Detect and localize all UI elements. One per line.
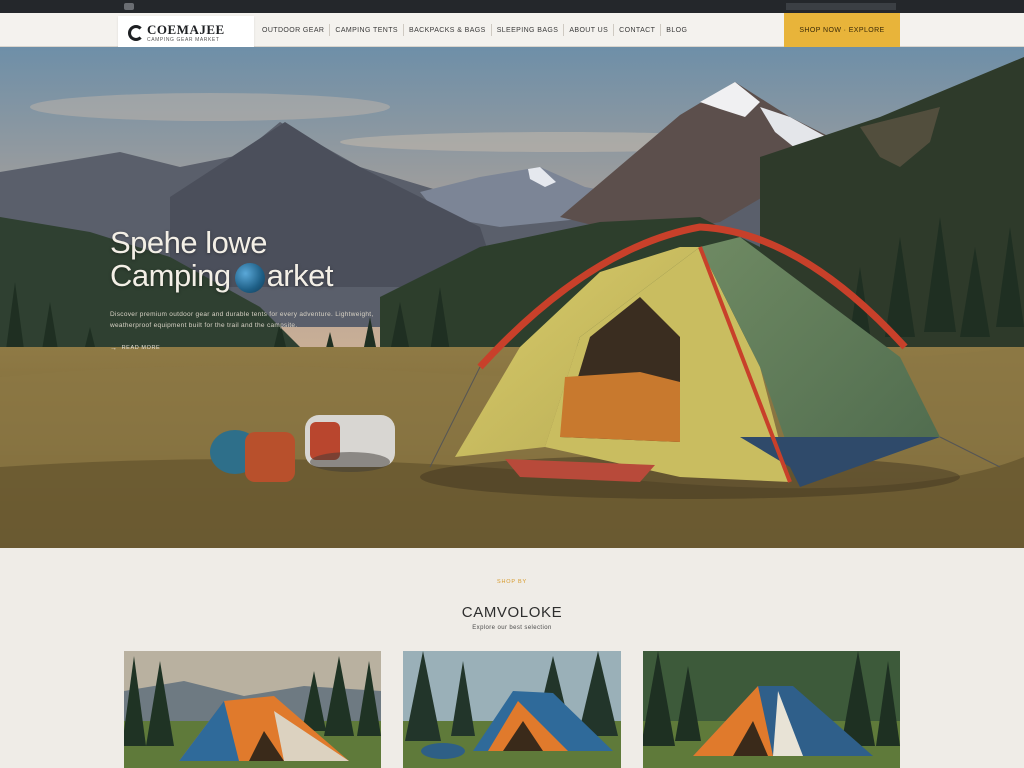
read-more-label: READ MORE (121, 345, 161, 352)
hero-description: Discover premium outdoor gear and durabl… (110, 310, 374, 329)
shop-now-button[interactable]: SHOP NOW · EXPLORE (784, 13, 900, 47)
nav-divider (613, 24, 615, 36)
section-subtitle: Explore our best selection (472, 625, 552, 631)
nav-divider (329, 24, 331, 36)
featured-section: SHOP BY CAMVOLOKE Explore our best selec… (0, 548, 1024, 768)
read-more-link[interactable]: → READ MORE (110, 345, 160, 352)
utility-accent (786, 3, 896, 10)
top-utility-bar (0, 0, 1024, 13)
brand-name: COEMAJEE (147, 21, 225, 37)
brand-logo[interactable]: COEMAJEE CAMPING GEAR MARKET (118, 16, 254, 49)
brand-tagline: CAMPING GEAR MARKET (147, 36, 220, 43)
nav-link-backpacks[interactable]: BACKPACKS & BAGS (409, 27, 486, 34)
tent-card-2-image (403, 651, 621, 768)
section-kicker: SHOP BY (497, 579, 527, 585)
tent-card-3[interactable] (643, 651, 900, 768)
nav-link-about[interactable]: ABOUT US (569, 27, 608, 34)
arrow-right-icon: → (110, 344, 118, 352)
utility-mark (124, 3, 134, 10)
nav-links: OUTDOOR GEAR CAMPING TENTS BACKPACKS & B… (262, 13, 687, 47)
logo-text: COEMAJEE CAMPING GEAR MARKET (147, 23, 225, 43)
nav-link-sleeping-bags[interactable]: SLEEPING BAGS (497, 27, 559, 34)
hero-heading-line2: Camping arket (110, 258, 410, 294)
hero-banner: Spehe lowe Camping arket Discover premiu… (0, 47, 1024, 548)
tent-card-1[interactable] (124, 651, 381, 768)
nav-link-blog[interactable]: BLOG (666, 27, 687, 34)
nav-link-contact[interactable]: CONTACT (619, 27, 655, 34)
tent-card-2[interactable] (403, 651, 621, 768)
hero-heading-word: arket (266, 258, 334, 293)
nav-divider (403, 24, 404, 36)
nav-link-outdoor-gear[interactable]: OUTDOOR GEAR (262, 27, 324, 34)
section-title: CAMVOLOKE (461, 604, 563, 621)
nav-divider (563, 24, 565, 36)
main-navbar: COEMAJEE CAMPING GEAR MARKET OUTDOOR GEA… (0, 13, 1024, 49)
tent-card-1-image (124, 651, 381, 768)
logo-ring-icon (128, 24, 144, 41)
hero-copy: Spehe lowe Camping arket Discover premiu… (110, 227, 410, 355)
nav-divider (660, 24, 662, 36)
tent-card-3-image (643, 651, 900, 768)
hero-heading-line1: Spehe lowe (110, 225, 268, 260)
globe-icon (234, 263, 265, 294)
nav-divider (490, 24, 492, 36)
nav-link-camping-tents[interactable]: CAMPING TENTS (335, 27, 398, 34)
hero-heading-word: Camping (110, 258, 231, 293)
